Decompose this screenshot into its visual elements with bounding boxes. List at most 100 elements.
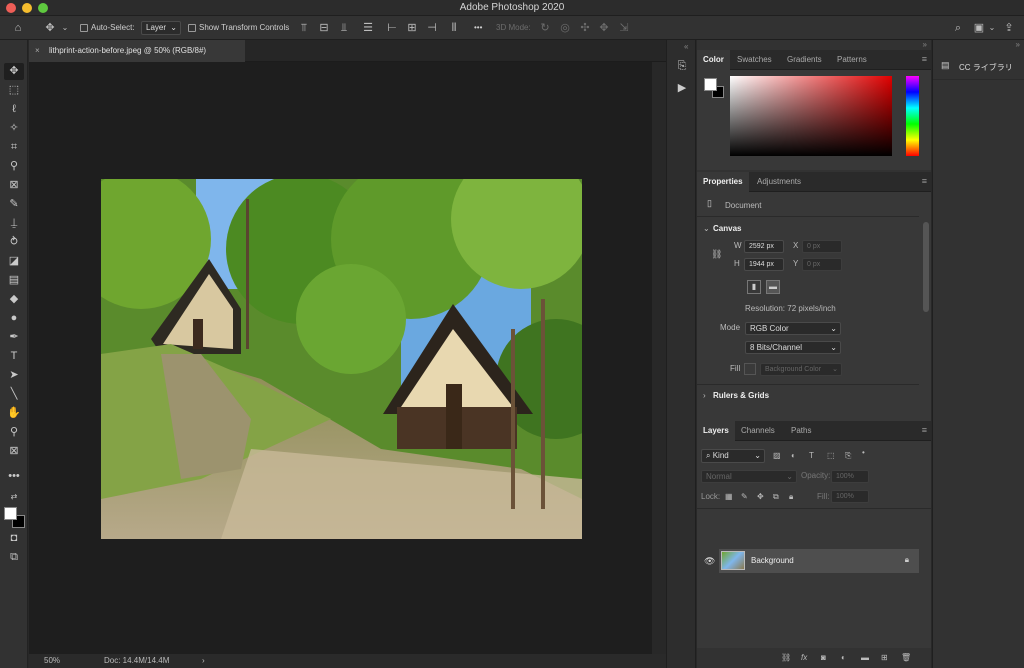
align-left-icon[interactable]: ⊢ <box>386 21 398 35</box>
close-window-button[interactable] <box>6 3 16 13</box>
new-group-icon[interactable]: ▬ <box>861 652 869 664</box>
filter-shape-icon[interactable]: ⬚ <box>827 450 835 462</box>
crop-tool-icon[interactable]: ⌗ <box>4 139 24 156</box>
distribute-icon[interactable]: ☰ <box>362 21 374 35</box>
add-mask-icon[interactable]: ◙ <box>821 652 826 664</box>
home-icon[interactable]: ⌂ <box>10 21 26 35</box>
width-field[interactable]: 2592 px <box>744 240 784 253</box>
bit-depth-dropdown[interactable]: 8 Bits/Channel ⌄ <box>745 341 841 354</box>
fill-field[interactable]: 100% <box>831 490 869 503</box>
foreground-color-swatch[interactable] <box>4 507 17 520</box>
collapse-arrows-icon[interactable]: « <box>684 42 688 51</box>
adjustment-layer-icon[interactable]: ◐ <box>841 652 846 664</box>
chevron-down-icon[interactable]: ⌄ <box>60 21 70 35</box>
auto-select-dropdown[interactable]: Layer ⌄ <box>141 21 181 35</box>
tab-channels[interactable]: Channels <box>735 421 781 441</box>
align-horizontal-center-icon[interactable]: ⊞ <box>406 21 418 35</box>
panel-menu-icon[interactable]: ≡ <box>922 425 927 435</box>
blend-mode-dropdown[interactable]: Normal ⌄ <box>701 470 797 483</box>
eyedropper-tool-icon[interactable]: ⚲ <box>4 158 24 175</box>
panel-menu-icon[interactable]: ≡ <box>922 54 927 64</box>
dodge-tool-icon[interactable]: ● <box>4 310 24 327</box>
zoom-level[interactable]: 50% <box>44 656 60 665</box>
chevron-right-icon[interactable]: › <box>202 656 205 665</box>
hue-slider[interactable] <box>906 76 919 156</box>
align-bottom-icon[interactable]: ⫫ <box>338 21 350 35</box>
color-field[interactable] <box>730 76 892 156</box>
chevron-down-icon[interactable]: ⌄ <box>703 223 710 235</box>
swap-colors-icon[interactable]: ⇄ <box>4 488 24 505</box>
marquee-tool-icon[interactable]: ⬚ <box>4 82 24 99</box>
mode-dropdown[interactable]: RGB Color ⌄ <box>745 322 841 335</box>
chevron-right-icon[interactable]: › <box>703 390 706 402</box>
3d-slide-icon[interactable]: ✥ <box>597 21 611 35</box>
tab-paths[interactable]: Paths <box>785 421 817 441</box>
move-tool-icon[interactable]: ✥ <box>42 21 58 35</box>
frame-tool-icon[interactable]: ⊠ <box>4 177 24 194</box>
fx-icon[interactable]: fx <box>801 652 807 664</box>
brush-tool-icon[interactable]: ✎ <box>4 196 24 213</box>
layer-filter-dropdown[interactable]: ⌕ Kind ⌄ <box>701 449 765 463</box>
magic-wand-tool-icon[interactable]: ✧ <box>4 120 24 137</box>
more-tools-icon[interactable]: ••• <box>4 468 24 485</box>
landscape-orientation-icon[interactable]: ▬ <box>766 280 780 294</box>
hand-tool-icon[interactable]: ✋ <box>4 405 24 422</box>
lock-position-icon[interactable]: ✥ <box>757 491 764 503</box>
foreground-color-swatch[interactable] <box>704 78 717 91</box>
lock-transparent-icon[interactable]: ▦ <box>725 491 733 503</box>
history-brush-tool-icon[interactable]: ⥁ <box>4 234 24 251</box>
3d-roll-icon[interactable]: ◎ <box>558 21 572 35</box>
link-icon[interactable]: ⛓ <box>711 248 722 260</box>
trash-icon[interactable]: 🗑︎ <box>901 652 911 664</box>
fill-dropdown[interactable]: Background Color ⌄ <box>760 363 842 376</box>
3d-tool-icon[interactable]: ⊠ <box>4 443 24 460</box>
filter-adjustment-icon[interactable]: ◐ <box>791 450 796 462</box>
cc-library-button[interactable]: ▤ CC ライブラリ <box>933 52 1024 80</box>
x-field[interactable]: 0 px <box>802 240 842 253</box>
panel-menu-icon[interactable]: ≡ <box>922 176 927 186</box>
align-right-icon[interactable]: ⊣ <box>426 21 438 35</box>
lock-image-icon[interactable]: ✎ <box>741 491 748 503</box>
type-tool-icon[interactable]: T <box>4 348 24 365</box>
share-icon[interactable]: ⇪ <box>1002 21 1016 35</box>
chevron-down-icon[interactable]: ⌄ <box>987 21 997 35</box>
tab-layers[interactable]: Layers <box>697 421 735 441</box>
tab-adjustments[interactable]: Adjustments <box>751 172 807 192</box>
tab-patterns[interactable]: Patterns <box>831 50 873 70</box>
tab-gradients[interactable]: Gradients <box>781 50 828 70</box>
filter-smart-object-icon[interactable]: ⎘ <box>845 450 851 462</box>
3d-scale-icon[interactable]: ⇲ <box>617 21 631 35</box>
line-tool-icon[interactable]: ╲ <box>4 386 24 403</box>
history-panel-icon[interactable]: ⎘ <box>674 58 690 74</box>
tab-properties[interactable]: Properties <box>697 172 749 192</box>
gradient-tool-icon[interactable]: ▤ <box>4 272 24 289</box>
link-layers-icon[interactable]: ⛓ <box>781 652 791 664</box>
tab-swatches[interactable]: Swatches <box>731 50 778 70</box>
doc-size-info[interactable]: Doc: 14.4M/14.4M <box>104 656 169 665</box>
path-selection-tool-icon[interactable]: ➤ <box>4 367 24 384</box>
opacity-field[interactable]: 100% <box>831 470 869 483</box>
tab-color[interactable]: Color <box>697 50 730 70</box>
rulers-grids-header[interactable]: Rulers & Grids <box>713 390 769 402</box>
search-icon[interactable]: ⌕ <box>951 21 965 35</box>
distribute-horizontal-icon[interactable]: ⦀ <box>448 21 460 35</box>
stamp-tool-icon[interactable]: ⍊ <box>4 215 24 232</box>
document-image[interactable] <box>101 179 582 539</box>
align-vertical-center-icon[interactable]: ⊟ <box>318 21 330 35</box>
blur-tool-icon[interactable]: ◆ <box>4 291 24 308</box>
lasso-tool-icon[interactable]: ℓ <box>4 101 24 118</box>
actions-panel-icon[interactable]: ▶ <box>674 80 690 96</box>
eraser-tool-icon[interactable]: ◪ <box>4 253 24 270</box>
close-icon[interactable]: × <box>35 40 40 62</box>
height-field[interactable]: 1944 px <box>744 258 784 271</box>
align-top-icon[interactable]: ⫪ <box>298 21 310 35</box>
show-transform-checkbox[interactable] <box>188 24 196 32</box>
fill-color-swatch[interactable] <box>744 363 756 375</box>
layer-row[interactable]: Background 🔒︎ <box>719 549 919 573</box>
zoom-tool-icon[interactable]: ⚲ <box>4 424 24 441</box>
auto-select-checkbox[interactable] <box>80 24 88 32</box>
canvas-area[interactable] <box>29 62 652 654</box>
screen-mode-icon[interactable]: ⧉ <box>4 549 24 566</box>
y-field[interactable]: 0 px <box>802 258 842 271</box>
canvas-section-header[interactable]: Canvas <box>713 223 741 235</box>
